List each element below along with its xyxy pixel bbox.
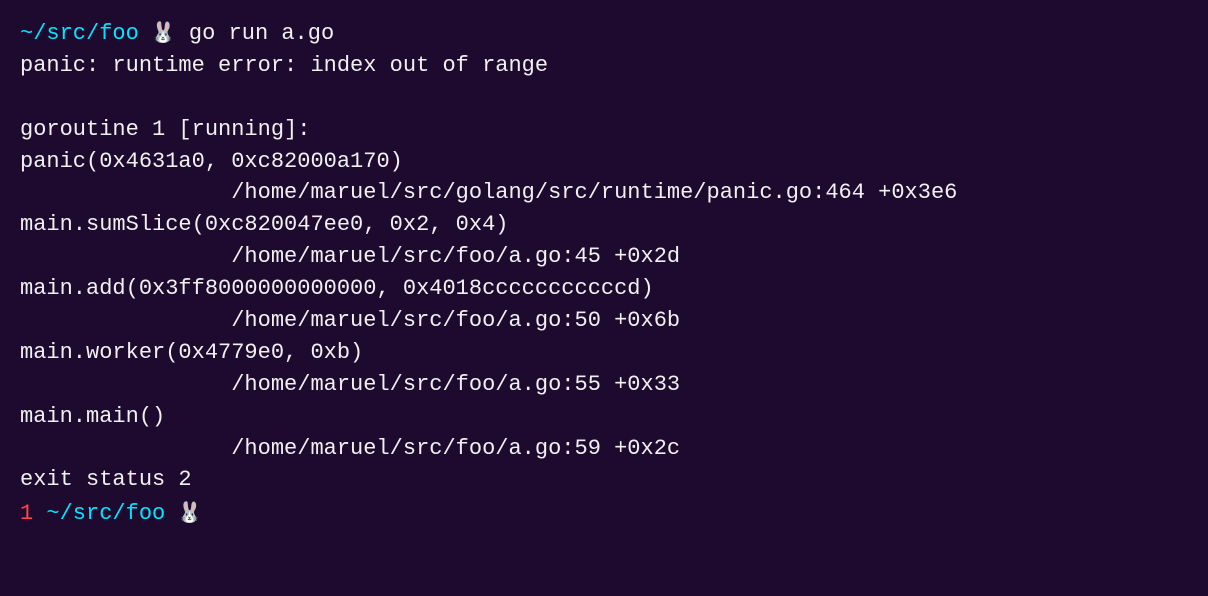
main-location-text: /home/maruel/src/foo/a.go:59 +0x2c [20,433,680,465]
worker-call-line: main.worker(0x4779e0, 0xb) [20,337,1188,369]
prompt-path: ~/src/foo [20,18,139,50]
prompt-path-2: ~/src/foo [33,498,165,530]
worker-call-text: main.worker(0x4779e0, 0xb) [20,337,363,369]
sumslice-location-text: /home/maruel/src/foo/a.go:45 +0x2d [20,241,680,273]
prompt-number: 1 [20,498,33,530]
panic-text: panic: runtime error: index out of range [20,50,548,82]
add-location-text: /home/maruel/src/foo/a.go:50 +0x6b [20,305,680,337]
sumslice-location-line: /home/maruel/src/foo/a.go:45 +0x2d [20,241,1188,273]
next-prompt-line: 1 ~/src/foo 🐰 [20,498,1188,530]
sumslice-call-text: main.sumSlice(0xc820047ee0, 0x2, 0x4) [20,209,508,241]
panic-line: panic: runtime error: index out of range [20,50,1188,82]
worker-location-line: /home/maruel/src/foo/a.go:55 +0x33 [20,369,1188,401]
rabbit-icon-1: 🐰 [139,20,176,49]
terminal: ~/src/foo 🐰 go run a.go panic: runtime e… [20,18,1188,578]
main-location-line: /home/maruel/src/foo/a.go:59 +0x2c [20,433,1188,465]
panic-location-text: /home/maruel/src/golang/src/runtime/pani… [20,177,957,209]
prompt-line-1: ~/src/foo 🐰 go run a.go [20,18,1188,50]
goroutine-line: goroutine 1 [running]: [20,114,1188,146]
rabbit-icon-2: 🐰 [165,500,202,529]
sumslice-call-line: main.sumSlice(0xc820047ee0, 0x2, 0x4) [20,209,1188,241]
add-location-line: /home/maruel/src/foo/a.go:50 +0x6b [20,305,1188,337]
exit-status-text: exit status 2 [20,464,192,496]
panic-call-line: panic(0x4631a0, 0xc82000a170) [20,146,1188,178]
blank-line-1 [20,82,1188,114]
panic-call-text: panic(0x4631a0, 0xc82000a170) [20,146,403,178]
main-call-text: main.main() [20,401,165,433]
exit-status-line: exit status 2 [20,464,1188,496]
add-call-text: main.add(0x3ff8000000000000, 0x4018ccccc… [20,273,654,305]
goroutine-text: goroutine 1 [running]: [20,114,310,146]
main-call-line: main.main() [20,401,1188,433]
add-call-line: main.add(0x3ff8000000000000, 0x4018ccccc… [20,273,1188,305]
worker-location-text: /home/maruel/src/foo/a.go:55 +0x33 [20,369,680,401]
command-text: go run a.go [176,18,334,50]
panic-location-line: /home/maruel/src/golang/src/runtime/pani… [20,177,1188,209]
